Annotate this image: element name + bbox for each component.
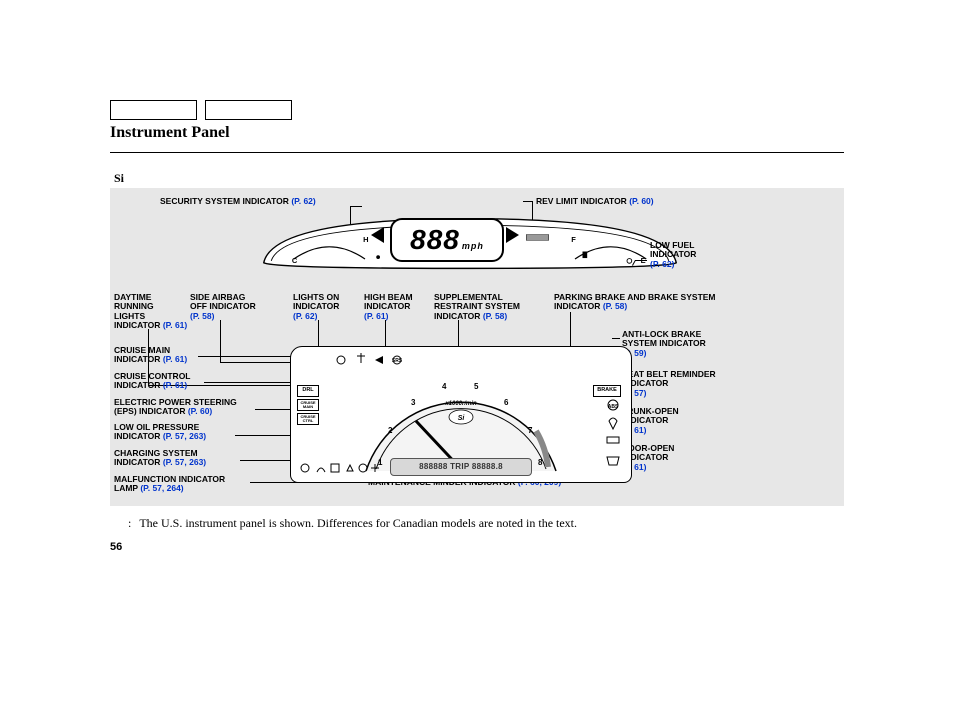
svg-text:5: 5 [474, 382, 479, 391]
label-drl: DAYTIMERUNNINGLIGHTSINDICATOR (P. 61) [114, 293, 187, 330]
label-parking-brake: PARKING BRAKE AND BRAKE SYSTEMINDICATOR … [554, 293, 716, 312]
label-low-fuel: LOW FUEL INDICATOR (P. 62) [650, 241, 696, 269]
page-title: Instrument Panel [110, 124, 844, 142]
right-turn-icon [506, 228, 518, 242]
label-cruise-control: CRUISE CONTROLINDICATOR (P. 61) [114, 372, 191, 391]
svg-text:SRS: SRS [392, 358, 403, 364]
label-security-system: SECURITY SYSTEM INDICATOR (P. 62) [160, 197, 316, 206]
indicator-icons-row-left [295, 458, 415, 478]
drl-box: DRL [297, 385, 319, 397]
title-rule [110, 152, 844, 153]
placeholder-box [110, 100, 197, 120]
svg-text:ABS: ABS [608, 404, 619, 410]
left-turn-icon [372, 228, 384, 242]
label-mil: MALFUNCTION INDICATORLAMP (P. 57, 264) [114, 475, 225, 494]
indicator-icons-row-top: SRS [331, 351, 531, 369]
label-high-beam: HIGH BEAMINDICATOR(P. 61) [364, 293, 413, 321]
svg-text:7: 7 [528, 426, 533, 435]
label-rev-limit: REV LIMIT INDICATOR (P. 60) [536, 197, 654, 206]
svg-text:4: 4 [442, 382, 447, 391]
svg-text:Si: Si [458, 415, 466, 422]
placeholder-box [205, 100, 292, 120]
svg-text:F: F [571, 235, 576, 244]
svg-text:8: 8 [538, 458, 543, 467]
label-charging: CHARGING SYSTEMINDICATOR (P. 57, 263) [114, 449, 206, 468]
svg-text:3: 3 [411, 398, 416, 407]
svg-text:H: H [363, 235, 368, 244]
svg-text:2: 2 [388, 426, 393, 435]
label-seat-belt: SEAT BELT REMINDERINDICATOR(P. 57) [622, 370, 716, 398]
label-low-oil: LOW OIL PRESSUREINDICATOR (P. 57, 263) [114, 423, 206, 442]
brake-box: BRAKE [593, 385, 621, 397]
section-subtitle: Si [114, 171, 844, 186]
svg-text:6: 6 [504, 398, 509, 407]
label-side-airbag: SIDE AIRBAGOFF INDICATOR(P. 58) [190, 293, 256, 321]
indicator-icons-column-right: ABS [599, 397, 627, 477]
label-srs: SUPPLEMENTALRESTRAINT SYSTEMINDICATOR (P… [434, 293, 520, 321]
label-lights-on: LIGHTS ONINDICATOR(P. 62) [293, 293, 339, 321]
speedometer-display: 888mph [390, 218, 504, 262]
label-abs: ANTI-LOCK BRAKESYSTEM INDICATOR(P. 59) [622, 330, 706, 358]
label-eps: ELECTRIC POWER STEERING(EPS) INDICATOR (… [114, 398, 237, 417]
footnote: :The U.S. instrument panel is shown. Dif… [128, 516, 844, 531]
header-placeholder-boxes [110, 100, 844, 120]
cruise-main-box: CRUISE MAIN [297, 399, 319, 411]
svg-text:x1000r/min: x1000r/min [444, 401, 477, 407]
label-cruise-main: CRUISE MAININDICATOR (P. 61) [114, 346, 187, 365]
cruise-ctrl-box: CRUISE CTRL [297, 413, 319, 425]
svg-text:C: C [292, 256, 298, 265]
page-number: 56 [110, 541, 844, 553]
instrument-panel-diagram: SECURITY SYSTEM INDICATOR (P. 62) REV LI… [110, 188, 844, 506]
lower-cluster: 1 2 3 4 5 6 7 8 x1000r/min Si 888888 TRI… [290, 346, 632, 483]
